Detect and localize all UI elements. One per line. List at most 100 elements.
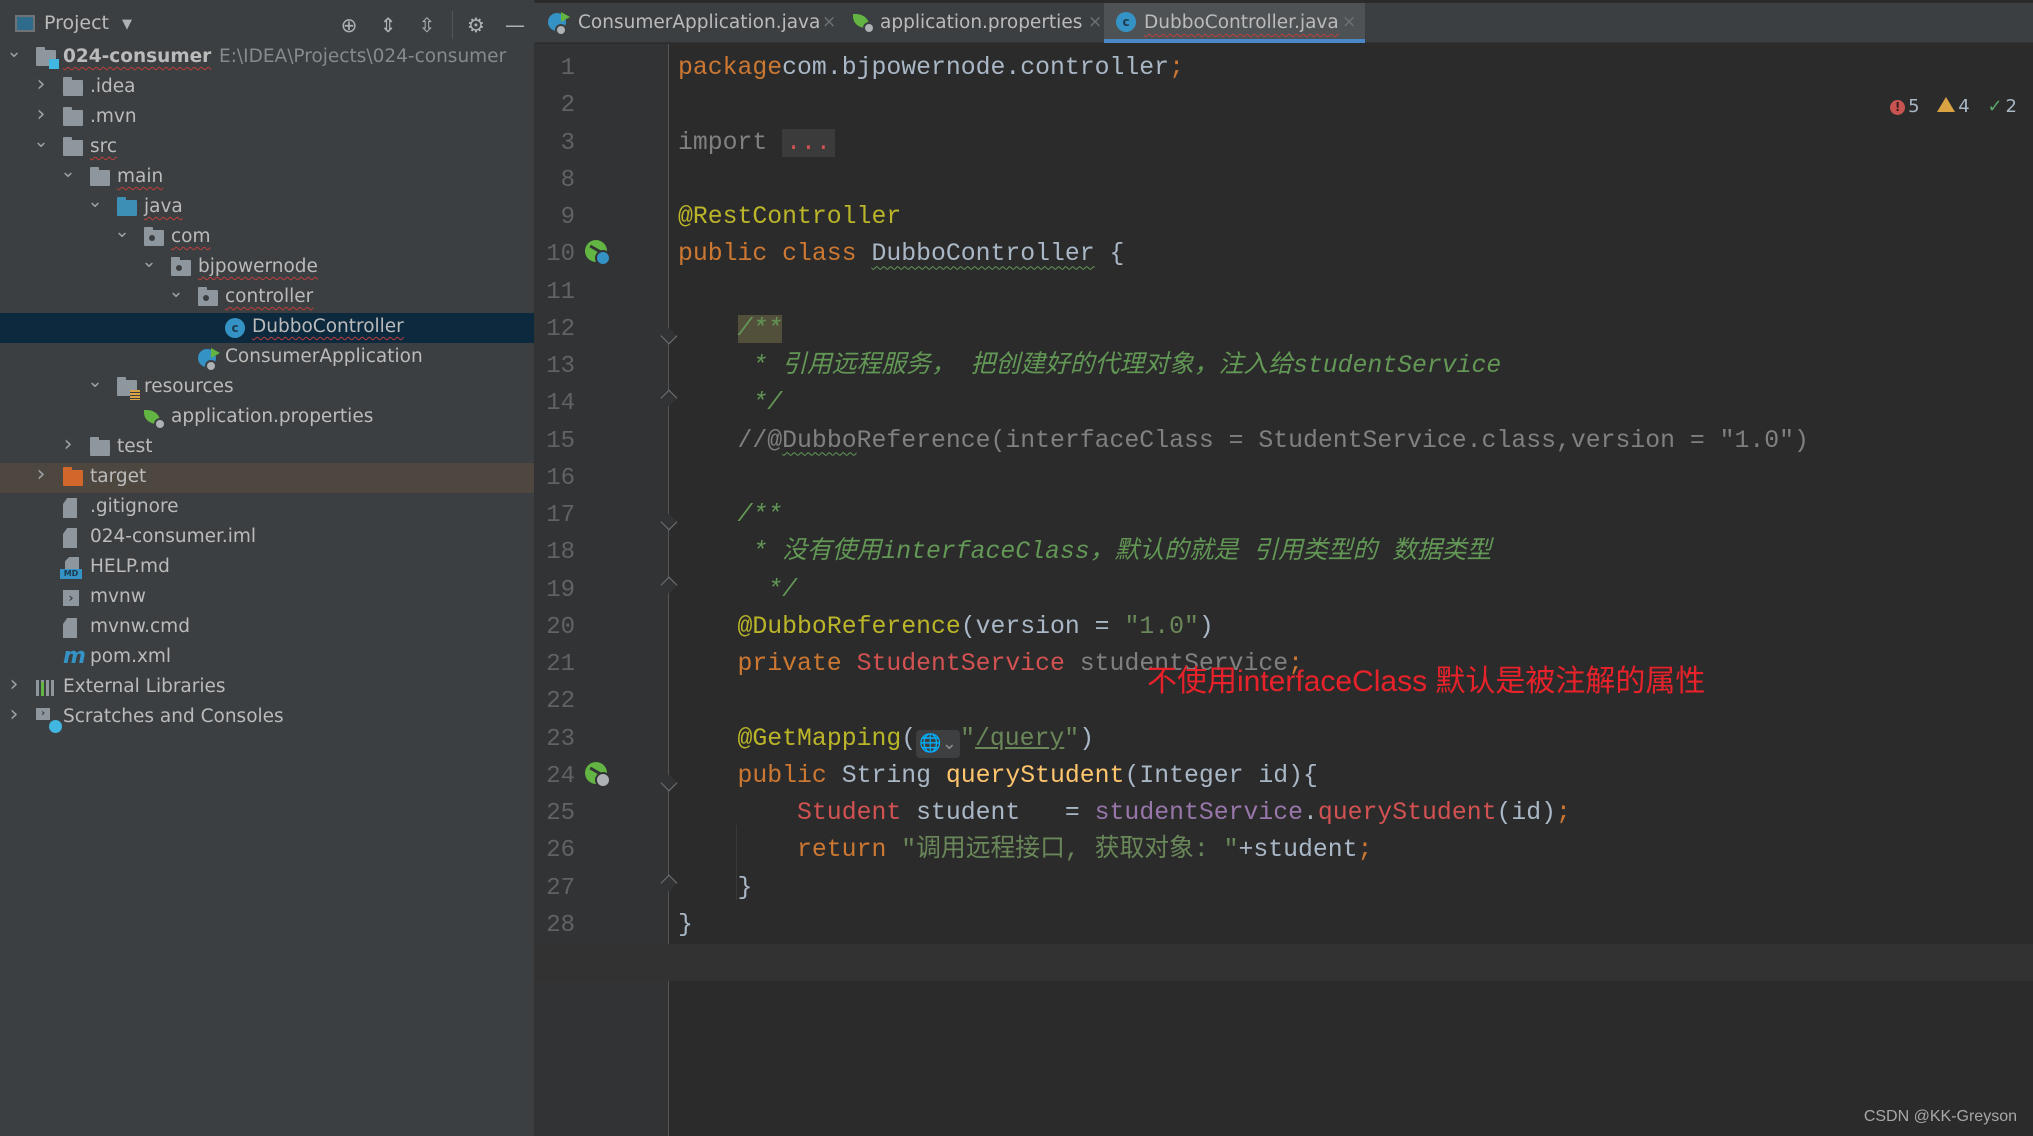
code-line[interactable]: public class DubboController { xyxy=(678,236,1124,273)
collapse-fold-icon[interactable] xyxy=(660,505,677,525)
tree-item-024-consumer[interactable]: ⌄ 024-consumer E:\IDEA\Projects\024-consum… xyxy=(0,42,534,73)
tree-item-dubbocontroller[interactable]: c DubboController xyxy=(0,313,534,343)
tree-item-help-md[interactable]: MD HELP.md xyxy=(0,553,534,583)
line-number[interactable]: 21 xyxy=(535,646,575,683)
line-number[interactable]: 26 xyxy=(535,832,575,869)
code-line[interactable]: } xyxy=(678,907,693,944)
globe-icon[interactable]: 🌐⌄ xyxy=(916,729,961,758)
locate-icon[interactable]: ⊕ xyxy=(337,13,361,37)
close-icon[interactable]: × xyxy=(822,12,836,32)
collapse-fold-icon[interactable] xyxy=(660,580,677,600)
tree-item-target[interactable]: › target xyxy=(0,463,534,493)
code-line[interactable]: } xyxy=(678,870,753,907)
close-icon[interactable]: × xyxy=(1088,12,1102,32)
tree-item-com[interactable]: ⌄ com xyxy=(0,222,534,253)
chevron-right-icon[interactable]: › xyxy=(6,674,22,696)
tree-item-controller[interactable]: ⌄ controller xyxy=(0,282,534,313)
line-number[interactable]: 27 xyxy=(535,870,575,907)
line-number[interactable]: 14 xyxy=(535,385,575,422)
chevron-right-icon[interactable]: › xyxy=(33,74,49,96)
tree-item-java[interactable]: ⌄ java xyxy=(0,192,534,223)
line-number[interactable]: 24 xyxy=(535,758,575,795)
code-line[interactable]: @DubboReference(version = "1.0") xyxy=(678,609,1214,646)
line-number[interactable]: 19 xyxy=(535,572,575,609)
code-line[interactable]: * 引用远程服务， 把创建好的代理对象，注入给studentService xyxy=(678,348,1501,385)
collapse-fold-icon[interactable] xyxy=(660,878,677,898)
chevron-right-icon[interactable]: › xyxy=(6,704,22,726)
tree-item-pom-xml[interactable]: m pom.xml xyxy=(0,643,534,673)
chevron-down-icon[interactable]: ▼ xyxy=(122,17,132,32)
inspection-widget[interactable]: ! 5 4 ✓ 2 xyxy=(1878,96,2017,117)
code-line[interactable]: /** xyxy=(678,497,783,534)
line-number[interactable]: 25 xyxy=(535,795,575,832)
chevron-down-icon[interactable]: ⌄ xyxy=(60,162,76,182)
code-line[interactable]: @GetMapping(🌐⌄ "/query") xyxy=(678,721,1094,758)
chevron-down-icon[interactable]: ⌄ xyxy=(87,192,103,212)
tree-item-bjpowernode[interactable]: ⌄ bjpowernode xyxy=(0,252,534,283)
warnings-count[interactable]: 4 xyxy=(1937,96,1970,117)
line-number[interactable]: 1 xyxy=(535,50,575,87)
line-number[interactable]: 23 xyxy=(535,721,575,758)
collapse-fold-icon[interactable] xyxy=(660,319,677,339)
line-number[interactable]: 12 xyxy=(535,311,575,348)
line-number[interactable]: 16 xyxy=(535,460,575,497)
collapse-fold-icon[interactable] xyxy=(660,393,677,413)
tree-item-consumerapplication[interactable]: ConsumerApplication xyxy=(0,343,534,373)
chevron-right-icon[interactable]: › xyxy=(60,434,76,456)
line-number[interactable]: 2 xyxy=(535,87,575,124)
spring-bean-gutter-icon[interactable] xyxy=(585,240,613,268)
code-line[interactable]: //@DubboReference(interfaceClass = Stude… xyxy=(678,423,1809,460)
tree-item-external-libraries[interactable]: › External Libraries xyxy=(0,673,534,703)
line-number[interactable]: 13 xyxy=(535,348,575,385)
expand-fold-icon[interactable] xyxy=(660,133,677,153)
tab-application-properties[interactable]: application.properties × xyxy=(843,3,1104,43)
close-icon[interactable]: × xyxy=(1342,12,1356,32)
code-line[interactable]: packagecom.bjpowernode.controller; xyxy=(678,50,1184,87)
tree-item-test[interactable]: › test xyxy=(0,433,534,463)
line-number[interactable]: 17 xyxy=(535,497,575,534)
code-editor[interactable]: 1 2 3 8 9 10 11 12 13 14 15 16 17 18 19 20 21 22 23 24 25 26 2… xyxy=(535,44,2033,1136)
code-line[interactable]: return "调用远程接口, 获取对象: "+student; xyxy=(678,832,1372,869)
tree-item-mvnw[interactable]: › mvnw xyxy=(0,583,534,613)
line-number[interactable]: 3 xyxy=(535,125,575,162)
code-token[interactable]: /query xyxy=(975,725,1064,753)
tree-item-gitignore[interactable]: .gitignore xyxy=(0,493,534,523)
tree-item-mvnw-cmd[interactable]: mvnw.cmd xyxy=(0,613,534,643)
code-line[interactable]: import ... xyxy=(678,125,835,162)
expand-all-icon[interactable]: ⇕ xyxy=(376,13,400,37)
line-number[interactable]: 18 xyxy=(535,534,575,571)
code-area[interactable]: packagecom.bjpowernode.controller; import… xyxy=(535,44,2033,1136)
line-number[interactable]: 10 xyxy=(535,236,575,273)
tree-item-src[interactable]: ⌄ src xyxy=(0,132,534,163)
code-line[interactable]: Student student = studentService.querySt… xyxy=(678,795,1571,832)
code-line[interactable]: */ xyxy=(678,572,797,609)
tree-item-scratches-and-consoles[interactable]: › › Scratches and Consoles xyxy=(0,703,534,733)
code-line[interactable]: public String queryStudent(Integer id){ xyxy=(678,758,1318,795)
folded-imports[interactable]: ... xyxy=(782,128,835,157)
line-number[interactable]: 28 xyxy=(535,907,575,944)
weak-warnings-count[interactable]: ✓ 2 xyxy=(1987,96,2017,117)
chevron-down-icon[interactable]: ⌄ xyxy=(141,252,157,272)
chevron-down-icon[interactable]: ⌄ xyxy=(6,42,22,62)
line-number[interactable]: 9 xyxy=(535,199,575,236)
line-number[interactable]: 15 xyxy=(535,423,575,460)
chevron-right-icon[interactable]: › xyxy=(33,104,49,126)
tree-item-mvn[interactable]: › .mvn xyxy=(0,103,534,133)
chevron-down-icon[interactable]: ⌄ xyxy=(33,132,49,152)
line-number[interactable]: 20 xyxy=(535,609,575,646)
project-view-selector[interactable]: Project xyxy=(44,12,109,34)
tab-consumer-application[interactable]: ConsumerApplication.java × xyxy=(535,3,843,43)
minimize-icon[interactable]: — xyxy=(503,13,527,37)
collapse-fold-icon[interactable] xyxy=(660,766,677,786)
line-number[interactable]: 22 xyxy=(535,683,575,720)
tree-item-main[interactable]: ⌄ main xyxy=(0,162,534,193)
tab-dubbo-controller[interactable]: c DubboController.java × xyxy=(1104,3,1365,43)
tree-item-application-properties[interactable]: application.properties xyxy=(0,403,534,433)
code-line[interactable]: @RestController xyxy=(678,199,901,236)
tree-item-024-consumer-iml[interactable]: 024-consumer.iml xyxy=(0,523,534,553)
line-number[interactable]: 8 xyxy=(535,162,575,199)
code-line[interactable]: /** xyxy=(678,311,783,348)
line-number[interactable]: 11 xyxy=(535,274,575,311)
code-line[interactable]: * 没有使用interfaceClass，默认的就是 引用类型的 数据类型 xyxy=(678,534,1491,571)
chevron-down-icon[interactable]: ⌄ xyxy=(168,282,184,302)
